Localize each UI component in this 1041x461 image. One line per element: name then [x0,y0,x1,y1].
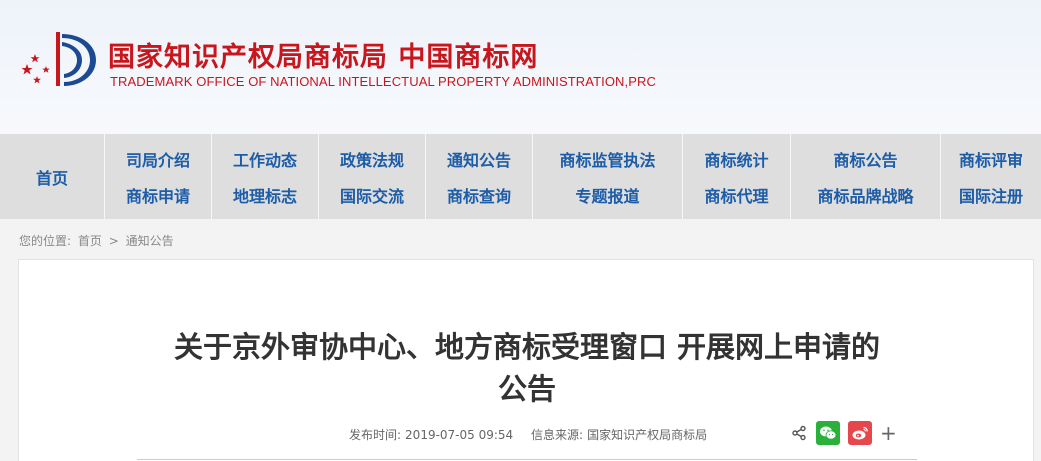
site-title-cn: 国家知识产权局商标局 中国商标网 [108,42,539,73]
breadcrumb-separator: > [108,234,119,248]
share-icon[interactable] [790,424,808,442]
nav-item-work-news[interactable]: 工作动态 [233,147,297,171]
nav-item-agency[interactable]: 商标代理 [704,183,768,207]
nav-column: 商标评审 国际注册 [940,134,1041,219]
nav-column: 政策法规 国际交流 [318,134,425,219]
nav-item-trademark-application[interactable]: 商标申请 [126,183,190,207]
nav-item-trademark-search[interactable]: 商标查询 [447,183,511,207]
nav-item-bureau-intro[interactable]: 司局介绍 [126,147,190,171]
site-title-en: TRADEMARK OFFICE OF NATIONAL INTELLECTUA… [110,74,656,89]
nav-item-trademark-review[interactable]: 商标评审 [959,147,1023,171]
site-header: 国家知识产权局商标局 中国商标网 TRADEMARK OFFICE OF NAT… [0,0,1041,134]
nav-item-geographical-indication[interactable]: 地理标志 [233,183,297,207]
nav-item-notices[interactable]: 通知公告 [447,147,511,171]
source-value: 国家知识产权局商标局 [587,428,708,442]
nav-item-trademark-gazette[interactable]: 商标公告 [833,147,897,171]
breadcrumb: 您的位置: 首页 > 通知公告 [19,232,177,249]
article-title: 关于京外审协中心、地方商标受理窗口 开展网上申请的 公告 [137,326,917,410]
nav-item-policies-laws[interactable]: 政策法规 [340,147,404,171]
nav-column: 通知公告 商标查询 [425,134,532,219]
article-title-line: 公告 [497,372,556,406]
nav-item-enforcement[interactable]: 商标监管执法 [559,147,655,171]
nav-item-home[interactable]: 首页 [36,165,68,189]
nav-column: 工作动态 地理标志 [211,134,318,219]
breadcrumb-prefix: 您的位置: [19,234,72,248]
more-share-plus-icon[interactable]: + [880,423,897,443]
nav-column: 司局介绍 商标申请 [104,134,211,219]
nav-item-statistics[interactable]: 商标统计 [704,147,768,171]
nav-item-international-exchange[interactable]: 国际交流 [340,183,404,207]
nav-item-special-reports[interactable]: 专题报道 [575,183,639,207]
weibo-share-button[interactable] [848,421,872,445]
breadcrumb-current-link[interactable]: 通知公告 [126,234,174,248]
source-label: 信息来源: [531,428,584,442]
office-logo[interactable] [18,28,100,90]
main-nav: 首页 司局介绍 商标申请 工作动态 地理标志 政策法规 国际交流 通知公告 商标… [0,134,1041,219]
weibo-icon [852,426,868,440]
article-meta: 发布时间: 2019-07-05 09:54 信息来源: 国家知识产权局商标局 [349,426,711,443]
wechat-icon [820,426,837,440]
article-panel: 关于京外审协中心、地方商标受理窗口 开展网上申请的 公告 发布时间: 2019-0… [18,259,1034,461]
breadcrumb-home-link[interactable]: 首页 [78,234,102,248]
nav-column: 商标统计 商标代理 [682,134,790,219]
nav-item-international-registration[interactable]: 国际注册 [959,183,1023,207]
nav-column: 商标公告 商标品牌战略 [790,134,940,219]
published-value: 2019-07-05 09:54 [405,428,514,442]
nav-column: 商标监管执法 专题报道 [532,134,682,219]
nav-home: 首页 [0,134,104,219]
share-bar: + [790,420,897,446]
article-title-line: 关于京外审协中心、地方商标受理窗口 开展网上申请的 [173,330,881,364]
nav-item-brand-strategy[interactable]: 商标品牌战略 [817,183,913,207]
published-label: 发布时间: [349,428,402,442]
wechat-share-button[interactable] [816,421,840,445]
meta-divider [137,459,917,460]
